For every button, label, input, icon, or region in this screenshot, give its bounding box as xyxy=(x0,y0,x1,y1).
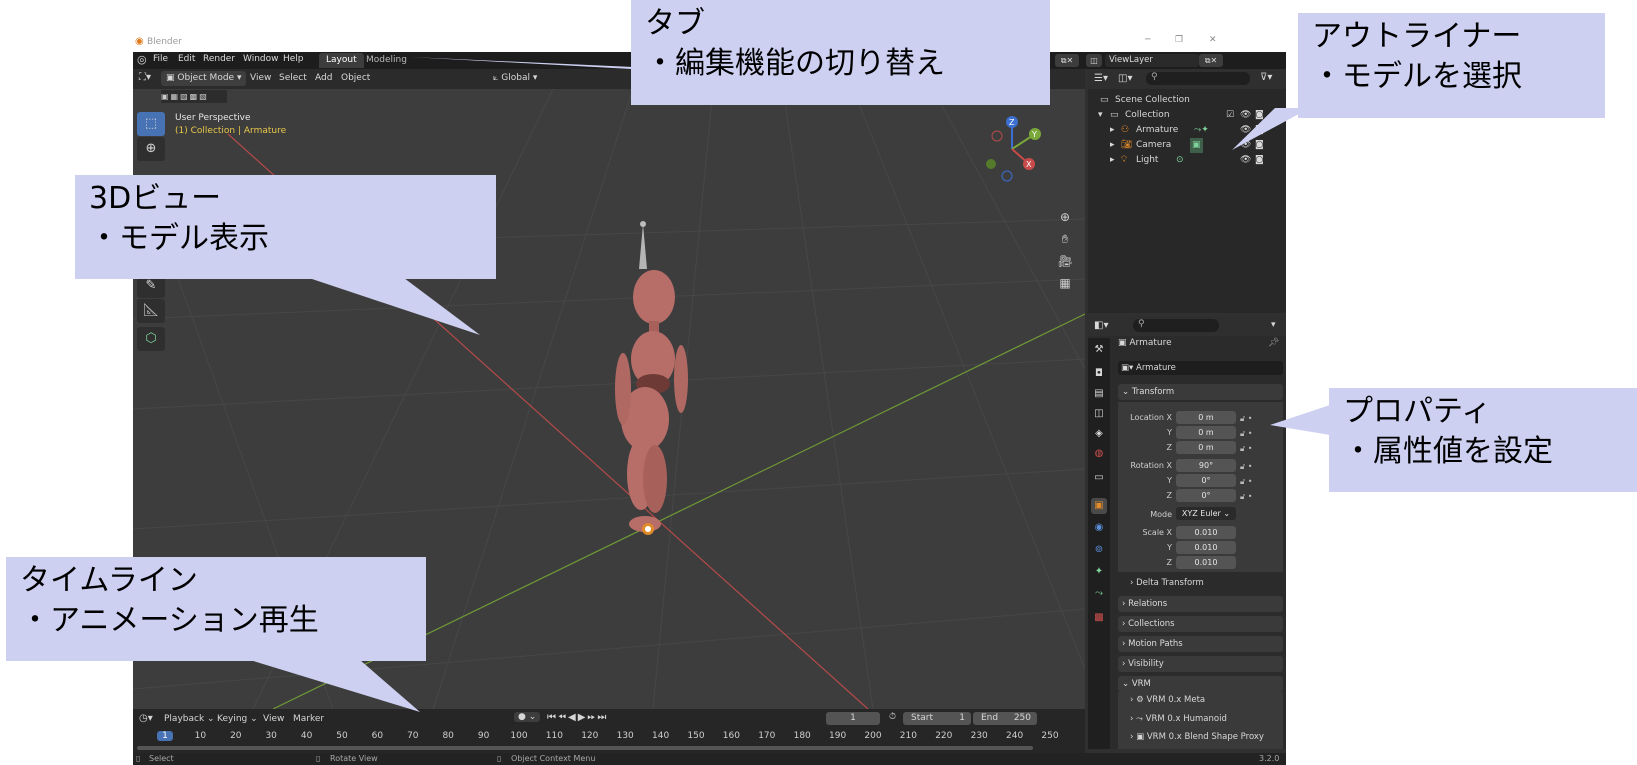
timeline-callout: タイムライン ・アニメーション再生 xyxy=(6,557,426,661)
timeline-callout-title: タイムライン xyxy=(20,563,198,598)
outliner-callout-desc: ・モデルを選択 xyxy=(1312,59,1522,94)
outliner-callout: アウトライナー ・モデルを選択 xyxy=(1298,13,1605,118)
outliner-callout-title: アウトライナー xyxy=(1312,19,1522,54)
view3d-callout: 3Dビュー ・モデル表示 xyxy=(75,175,496,279)
props-callout-tail xyxy=(1270,405,1330,435)
props-callout-title: プロパティ xyxy=(1343,394,1492,429)
view3d-callout-title: 3Dビュー xyxy=(89,181,222,216)
props-callout-desc: ・属性値を設定 xyxy=(1343,434,1553,469)
props-callout: プロパティ ・属性値を設定 xyxy=(1329,388,1637,492)
tab-callout-desc: ・編集機能の切り替え xyxy=(645,46,945,81)
tab-callout-title: タブ xyxy=(645,6,705,41)
tab-callout: タブ ・編集機能の切り替え xyxy=(631,0,1050,105)
view3d-callout-tail xyxy=(300,275,480,335)
timeline-callout-tail xyxy=(250,660,420,712)
timeline-callout-desc: ・アニメーション再生 xyxy=(20,603,319,638)
view3d-callout-desc: ・モデル表示 xyxy=(89,221,269,256)
